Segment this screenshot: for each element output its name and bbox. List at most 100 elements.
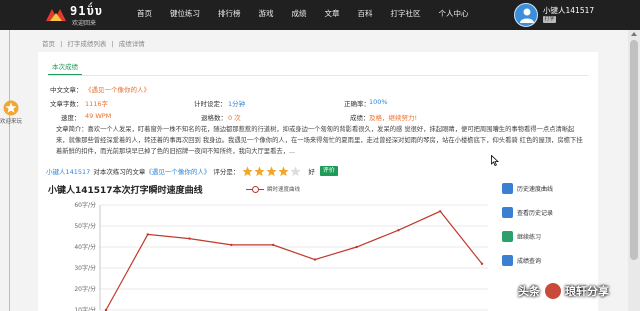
article-label: 中文文章：	[50, 86, 83, 94]
tab-divider	[48, 75, 588, 76]
breadcrumb-home[interactable]: 首页	[42, 40, 55, 48]
result-label: 成绩：	[350, 114, 370, 122]
top-navbar: 91ΰυ 欢迎回来 首页 键位练习 排行榜 游戏 成绩 文章 百科 打字社区 个…	[0, 0, 640, 30]
data-point[interactable]	[439, 210, 442, 213]
article-summary: 文章简介：喜欢一个人发呆，盯着窗外一株不知名的花，随边都那惹惹的行道树，抑或身边…	[56, 124, 586, 157]
data-point[interactable]	[188, 237, 191, 240]
word-count-value: 1116字	[85, 100, 109, 108]
user-menu[interactable]: 小键人141517 打字	[514, 3, 640, 27]
y-tick-label: 10字/分	[74, 306, 96, 311]
rating-text: 对本次练习的文章	[93, 168, 146, 176]
star-filled-icon[interactable]	[266, 166, 277, 177]
logo-icon	[46, 9, 66, 21]
y-tick-label: 30字/分	[74, 264, 96, 272]
mouse-cursor-icon	[491, 155, 499, 166]
star-empty-icon[interactable]	[290, 166, 301, 177]
evaluate-button[interactable]: 评价	[319, 166, 338, 176]
side-menu-item[interactable]: 成绩查询	[502, 248, 572, 272]
nav-home[interactable]: 首页	[128, 0, 161, 30]
rating-score-label: 评分是：	[213, 168, 240, 176]
continue-icon	[502, 230, 513, 242]
scroll-up-icon[interactable]	[631, 32, 637, 36]
y-tick-label: 20字/分	[74, 285, 96, 293]
nav-community[interactable]: 打字社区	[382, 0, 430, 30]
breadcrumb: 首页 | 打字成绩列表 | 成绩详情	[42, 38, 148, 48]
logo-text: 91ΰυ	[70, 4, 103, 18]
scrollbar-thumb[interactable]	[630, 40, 638, 260]
result-value: 及格，继续努力!	[369, 114, 418, 122]
avatar[interactable]	[514, 3, 538, 27]
rating-verdict: 好	[308, 168, 315, 176]
watermark-prefix: 头条	[518, 285, 540, 298]
left-float-line	[9, 30, 10, 311]
user-level-badge: 打字	[543, 16, 556, 23]
backspace-value: 0 次	[228, 114, 241, 122]
timer-label: 计时设定：	[194, 100, 227, 108]
backspace-label: 退格数：	[201, 114, 227, 122]
speed-value: 49 WPM	[85, 112, 112, 120]
site-logo[interactable]: 91ΰυ 欢迎回来	[44, 4, 134, 27]
nav-articles[interactable]: 文章	[316, 0, 349, 30]
data-point[interactable]	[313, 258, 317, 261]
page-scrollbar[interactable]	[628, 30, 640, 311]
timer-value: 1分钟	[228, 100, 246, 108]
user-icon	[520, 8, 534, 23]
side-menu-label: 继续练习	[517, 233, 542, 241]
chart-legend[interactable]: 瞬时速度曲线	[246, 185, 300, 193]
star-filled-icon[interactable]	[278, 166, 289, 177]
watermark-author: 琅轩分享	[565, 285, 609, 298]
side-menu-item[interactable]: 继续练习	[502, 224, 572, 248]
word-count-label: 文章字数：	[50, 100, 83, 108]
data-point[interactable]	[355, 245, 358, 249]
chart-title: 小键人141517本次打字瞬时速度曲线	[48, 186, 203, 196]
data-point[interactable]	[480, 262, 484, 265]
nav-leaderboard[interactable]: 排行榜	[209, 0, 250, 30]
side-menu-label: 历史速度曲线	[517, 185, 554, 193]
y-tick-label: 50字/分	[74, 222, 96, 230]
data-point[interactable]	[230, 243, 233, 247]
legend-label: 瞬时速度曲线	[267, 187, 301, 193]
accuracy-label: 正确率：	[344, 100, 370, 108]
speed-label: 速度：	[61, 114, 81, 122]
speed-chart: 60字/分 50字/分 40字/分 30字/分 20字/分 10字/分	[74, 201, 488, 311]
search-icon	[502, 254, 513, 266]
record-icon	[502, 206, 513, 218]
data-point[interactable]	[397, 229, 400, 232]
logo-subtitle: 欢迎回来	[72, 20, 97, 27]
article-summary-label: 文章简介：	[56, 126, 88, 133]
watermark: 头条 琅轩分享	[518, 282, 609, 300]
breadcrumb-separator: |	[60, 40, 63, 48]
breadcrumb-separator: |	[111, 40, 114, 48]
rating-user[interactable]: 小键人141517	[46, 166, 90, 176]
nav-scores[interactable]: 成绩	[283, 0, 316, 30]
side-menu-label: 查看历史记录	[517, 209, 554, 217]
breadcrumb-current: 成绩详情	[118, 40, 145, 48]
curve-icon	[502, 182, 513, 194]
nav-profile[interactable]: 个人中心	[430, 0, 478, 30]
legend-line-icon	[246, 185, 264, 193]
username: 小键人141517	[543, 6, 595, 15]
side-menu-item[interactable]: 历史速度曲线	[502, 176, 572, 200]
rating-row: 小键人141517 对本次练习的文章 《遇见一个像你的人》 评分是： 好 评价	[46, 164, 338, 178]
star-filled-icon[interactable]	[242, 166, 253, 177]
left-float-badge[interactable]: 欢迎来玩	[0, 100, 22, 126]
star-filled-icon[interactable]	[254, 166, 265, 177]
nav-wiki[interactable]: 百科	[349, 0, 382, 30]
left-float-label: 欢迎来玩	[0, 119, 23, 125]
data-point[interactable]	[146, 233, 149, 236]
rating-stars[interactable]	[242, 166, 302, 177]
star-badge-icon	[3, 100, 19, 116]
main-nav: 首页 键位练习 排行榜 游戏 成绩 文章 百科 打字社区 个人中心	[128, 0, 478, 30]
tab-current-score[interactable]: 本次成绩	[48, 61, 82, 75]
article-value[interactable]: 《遇见一个像你的人》	[85, 84, 150, 94]
breadcrumb-score-list[interactable]: 打字成绩列表	[67, 40, 106, 48]
data-point[interactable]	[271, 243, 275, 247]
side-menu: 历史速度曲线 查看历史记录 继续练习成绩查询	[502, 176, 572, 272]
nav-games[interactable]: 游戏	[250, 0, 283, 30]
watermark-avatar	[544, 282, 562, 300]
y-tick-label: 60字/分	[74, 201, 96, 209]
article-summary-text: 喜欢一个人发呆，盯着窗外一株不知名的花，随边都那惹惹的行道树，抑或身边一个匆匆的…	[56, 126, 583, 155]
side-menu-item[interactable]: 查看历史记录	[502, 200, 572, 224]
nav-key-practice[interactable]: 键位练习	[161, 0, 209, 30]
rating-article[interactable]: 《遇见一个像你的人》	[145, 166, 210, 176]
